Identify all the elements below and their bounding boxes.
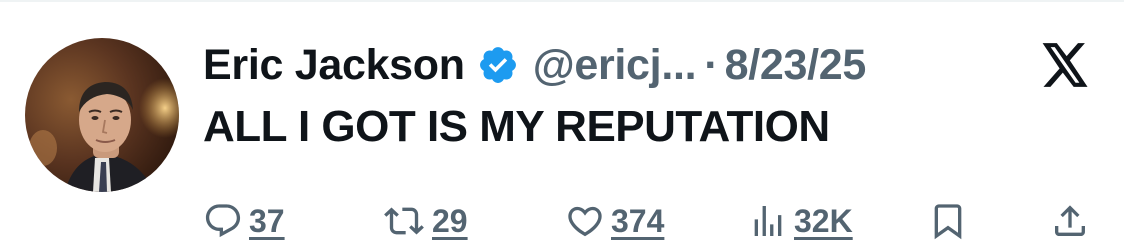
verified-badge-icon	[477, 44, 519, 86]
views-button[interactable]: 32K	[748, 196, 853, 246]
share-button[interactable]	[1050, 196, 1090, 246]
top-divider	[0, 0, 1124, 2]
reply-count[interactable]: 37	[249, 203, 285, 240]
bookmark-button[interactable]	[928, 196, 968, 246]
action-bar: 37 29 374 32K	[0, 196, 1124, 246]
views-icon	[748, 201, 788, 241]
separator-dot: ·	[704, 40, 719, 89]
repost-icon	[382, 201, 426, 241]
avatar[interactable]	[25, 38, 179, 192]
author-handle[interactable]: @ericj...	[533, 41, 697, 90]
bookmark-icon	[928, 201, 968, 241]
x-logo-icon[interactable]	[1040, 42, 1090, 88]
repost-count[interactable]: 29	[432, 203, 468, 240]
author-name[interactable]: Eric Jackson	[203, 41, 465, 90]
tweet-text: ALL I GOT IS MY REPUTATION	[203, 102, 830, 151]
like-icon	[565, 201, 605, 241]
like-count[interactable]: 374	[611, 203, 664, 240]
tweet-header: Eric Jackson @ericj... · 8/23/25	[203, 38, 866, 92]
avatar-photo	[25, 38, 179, 192]
repost-button[interactable]: 29	[382, 196, 468, 246]
reply-button[interactable]: 37	[203, 196, 285, 246]
like-button[interactable]: 374	[565, 196, 664, 246]
tweet-date[interactable]: 8/23/25	[725, 41, 867, 90]
share-icon	[1050, 201, 1090, 241]
reply-icon	[203, 201, 243, 241]
views-count[interactable]: 32K	[794, 203, 853, 240]
